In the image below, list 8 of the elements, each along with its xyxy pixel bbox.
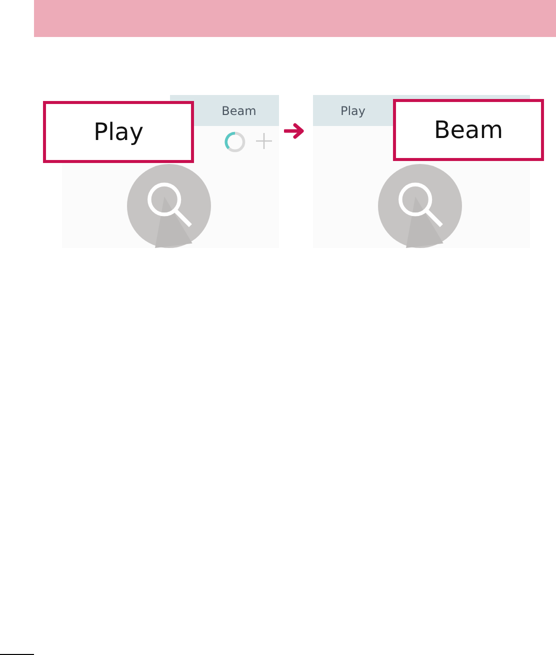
tab[interactable]: Beam (199, 95, 279, 126)
search-button[interactable] (127, 164, 211, 248)
plus-icon[interactable] (256, 133, 272, 149)
search-button[interactable] (378, 164, 462, 248)
tab[interactable]: Play (313, 95, 393, 126)
callout-label: Beam (393, 99, 544, 161)
callout-label: Play (43, 101, 194, 163)
arrow-icon (284, 123, 306, 139)
